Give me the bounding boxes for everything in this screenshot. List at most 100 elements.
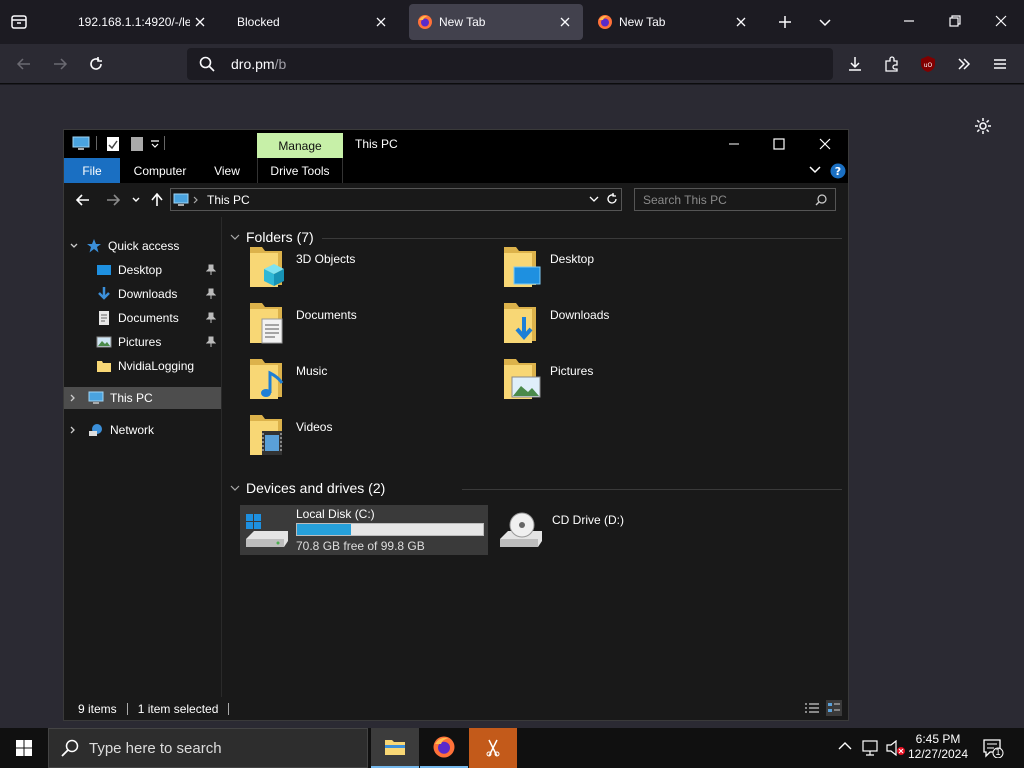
manage-tab[interactable]: Manage [257,133,343,158]
address-dropdown-chevron-icon[interactable] [589,195,599,203]
nav-nvidialogging[interactable]: NvidiaLogging [64,355,221,377]
extensions-puzzle-icon[interactable] [880,52,904,76]
nav-downloads[interactable]: Downloads [64,283,221,305]
selection-count: 1 item selected [137,701,219,716]
close-window-icon[interactable] [994,14,1008,28]
tab-new-tab-active[interactable]: New Tab [409,4,583,40]
close-tab-icon[interactable] [190,12,210,32]
settings-gear-icon[interactable] [974,117,992,135]
search-icon [199,56,215,72]
maximize-icon[interactable] [773,138,785,150]
nav-network[interactable]: Network [64,419,221,441]
music-folder-icon [248,355,288,401]
taskbar-file-explorer[interactable] [371,728,419,768]
folder-label: Documents [296,308,357,322]
pin-icon[interactable] [206,336,216,348]
search-placeholder: Search This PC [643,192,727,207]
back-arrow-icon[interactable] [12,52,36,76]
folder-downloads[interactable]: Downloads [502,299,752,351]
search-input[interactable]: Search This PC [634,188,836,211]
url-bar[interactable]: dro.pm/b [187,48,833,80]
pin-icon[interactable] [206,312,216,324]
up-arrow-icon[interactable] [150,193,164,207]
tiles-view-icon[interactable] [826,700,842,716]
back-arrow-icon[interactable] [76,193,90,207]
help-icon[interactable]: ? [830,163,846,179]
minimize-icon[interactable] [728,138,740,150]
expand-chevron-icon[interactable] [70,426,78,434]
refresh-icon[interactable] [605,192,619,206]
volume-muted-icon[interactable] [886,740,906,756]
list-tabs-chevron-icon[interactable] [817,14,833,30]
firefox-icon [432,735,456,759]
show-hidden-icons-chevron-icon[interactable] [838,741,852,751]
downloads-arrow-icon[interactable] [843,52,867,76]
3d-objects-folder-icon [248,243,288,289]
details-view-icon[interactable] [804,702,820,714]
url-domain: dro.pm [231,56,275,72]
new-tab-plus-icon[interactable] [777,14,793,30]
tab-new-tab[interactable]: New Tab [589,4,759,40]
close-tab-icon[interactable] [731,12,751,32]
videos-folder-icon [248,411,288,457]
new-folder-icon[interactable] [130,136,144,152]
taskbar-clock[interactable]: 6:45 PM 12/27/2024 [906,732,970,762]
scissors-icon [483,738,503,758]
drive-cd-d[interactable]: CD Drive (D:) [496,505,744,555]
drive-local-disk-c[interactable]: Local Disk (C:) 70.8 GB free of 99.8 GB [240,505,488,555]
tab-view[interactable]: View [204,158,250,183]
window-title: This PC [355,137,398,151]
tab-drive-tools[interactable]: Drive Tools [257,158,343,183]
nav-desktop[interactable]: Desktop [64,259,221,281]
tab-blocked[interactable]: Blocked [229,4,399,40]
more-tools-chevrons-icon[interactable] [952,52,976,76]
separator [164,136,165,150]
item-count: 9 items [78,701,117,716]
tab-overview-icon[interactable] [10,13,28,31]
tab-router[interactable]: 192.168.1.1:4920/-/leas [70,4,218,40]
forward-arrow-icon[interactable] [48,52,72,76]
start-windows-icon[interactable] [0,728,48,768]
collapse-chevron-icon[interactable] [230,484,240,492]
hamburger-menu-icon[interactable] [988,52,1012,76]
drives-group-header[interactable]: Devices and drives (2) [230,480,385,496]
expand-chevron-icon[interactable] [70,394,78,402]
folder-desktop[interactable]: Desktop [502,243,752,295]
close-icon[interactable] [819,138,831,150]
folder-documents[interactable]: Documents [248,299,498,351]
folder-pictures[interactable]: Pictures [502,355,752,407]
taskbar-firefox[interactable] [420,728,468,768]
network-status-icon[interactable] [862,740,880,756]
folder-music[interactable]: Music [248,355,498,407]
expand-ribbon-chevron-icon[interactable] [809,165,821,175]
pin-icon[interactable] [206,264,216,276]
address-bar[interactable]: This PC [170,188,622,211]
properties-icon[interactable] [106,136,120,152]
pin-icon[interactable] [206,288,216,300]
taskbar-search-input[interactable]: Type here to search [48,728,368,768]
folder-videos[interactable]: Videos [248,411,498,463]
notification-count: 1 [995,747,1001,757]
network-icon [88,422,104,438]
collapse-chevron-icon[interactable] [230,233,240,241]
nav-quick-access[interactable]: Quick access [64,235,221,257]
nav-pictures[interactable]: Pictures [64,331,221,353]
close-tab-icon[interactable] [555,12,575,32]
folder-3d-objects[interactable]: 3D Objects [248,243,498,295]
tab-file[interactable]: File [64,158,120,183]
tab-computer[interactable]: Computer [124,158,196,183]
forward-arrow-icon[interactable] [106,193,120,207]
minimize-icon[interactable] [902,14,916,28]
breadcrumb[interactable]: This PC [207,193,250,207]
expand-chevron-icon[interactable] [70,242,78,250]
recent-locations-chevron-icon[interactable] [132,196,140,204]
ublock-origin-icon[interactable]: uO [916,52,940,76]
restore-icon[interactable] [948,14,962,28]
nav-this-pc[interactable]: This PC [64,387,221,409]
action-center-icon[interactable]: 1 [982,738,1004,758]
taskbar-snipping-tool[interactable] [469,728,517,768]
nav-documents[interactable]: Documents [64,307,221,329]
reload-icon[interactable] [84,52,108,76]
close-tab-icon[interactable] [371,12,391,32]
customize-toolbar-icon[interactable] [150,139,160,149]
